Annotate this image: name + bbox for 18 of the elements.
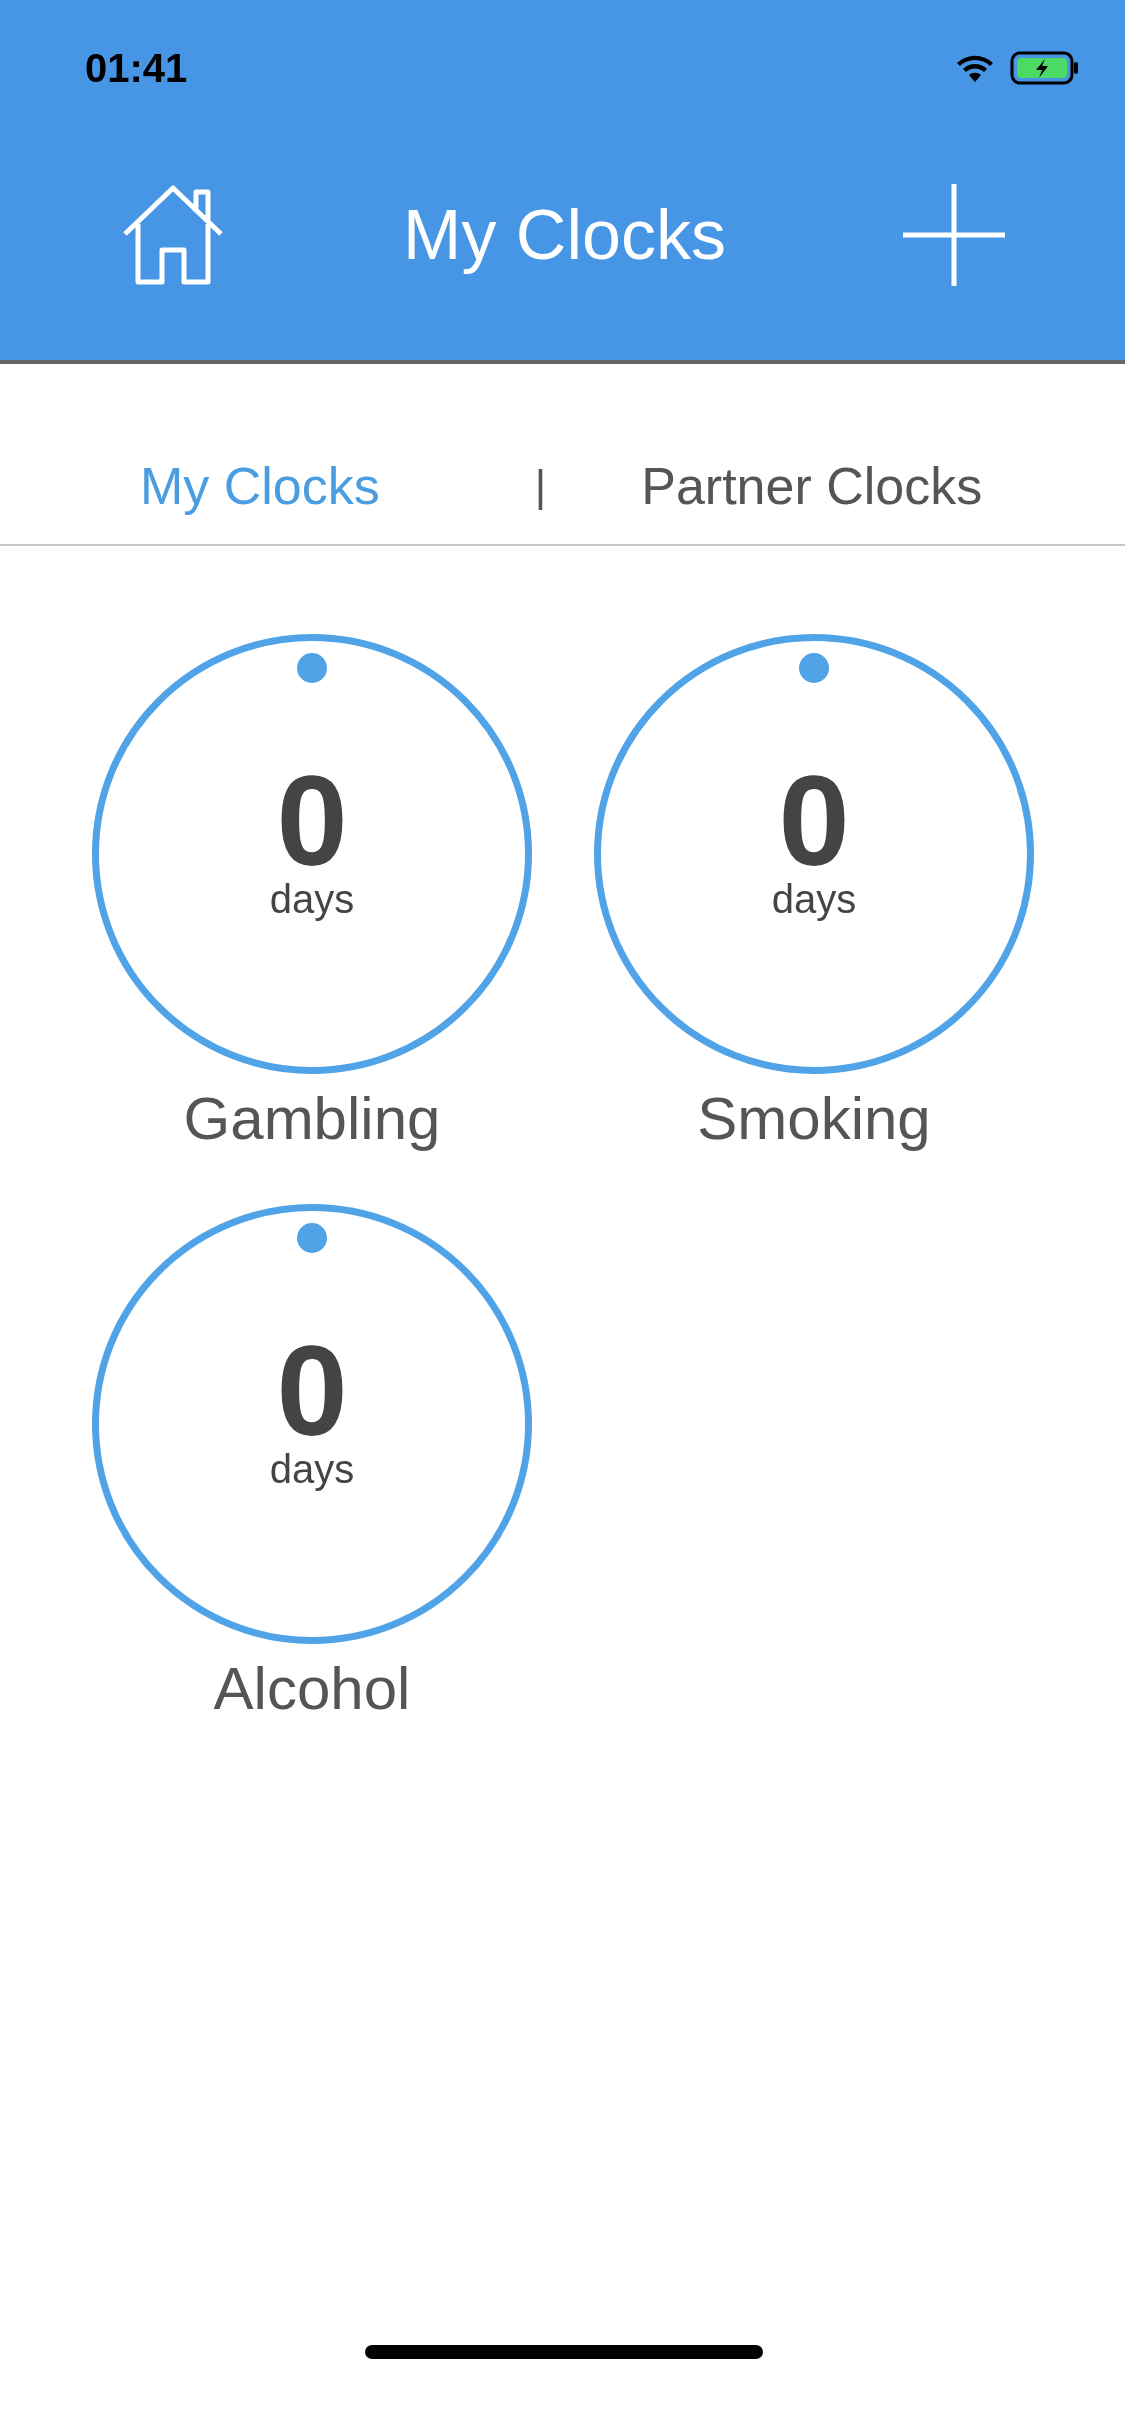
add-icon[interactable]: [903, 184, 1005, 286]
day-unit: days: [269, 1446, 355, 1492]
day-count: 0: [778, 766, 850, 876]
clock-name: Gambling: [183, 1084, 441, 1154]
status-time: 01:41: [85, 44, 188, 92]
clock-name: Smoking: [697, 1084, 931, 1154]
day-unit: days: [771, 876, 857, 922]
clock-ring[interactable]: 0 days: [92, 1204, 532, 1644]
clock-ring[interactable]: 0 days: [92, 634, 532, 1074]
clock-name: Alcohol: [213, 1654, 411, 1724]
tab-separator: |: [534, 460, 547, 512]
battery-charging-icon: [1010, 50, 1080, 85]
day-count: 0: [276, 766, 348, 876]
screen-title: My Clocks: [403, 194, 726, 276]
clock-ring[interactable]: 0 days: [594, 634, 1034, 1074]
day-unit: days: [269, 876, 355, 922]
tab[interactable]: Partner Clocks: [641, 456, 983, 516]
day-count: 0: [276, 1336, 348, 1446]
